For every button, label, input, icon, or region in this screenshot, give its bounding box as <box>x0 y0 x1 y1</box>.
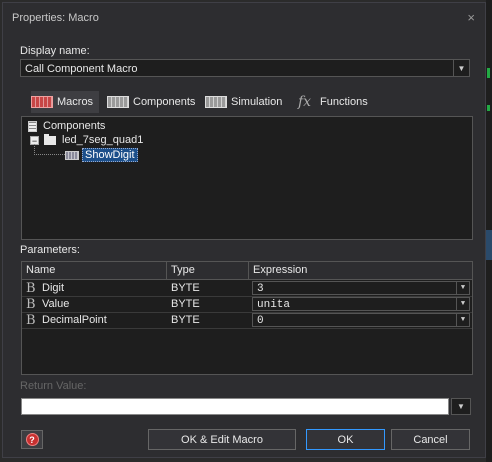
macros-icon <box>31 96 53 108</box>
tree-node-components[interactable]: Components <box>28 120 105 132</box>
parameters-label: Parameters: <box>20 244 80 256</box>
expression-value: unita <box>257 299 291 311</box>
help-icon: ? <box>25 433 39 446</box>
param-name-cell: B Digit <box>26 281 166 296</box>
table-row: B DecimalPoint BYTE 0 ▼ <box>22 313 472 328</box>
help-button[interactable]: ? <box>21 430 43 449</box>
ok-button[interactable]: OK <box>306 429 385 450</box>
display-name-value: Call Component Macro <box>25 63 138 75</box>
param-name-cell: B DecimalPoint <box>26 313 166 328</box>
tree-node-macro[interactable]: ShowDigit <box>65 148 138 162</box>
column-header-type[interactable]: Type <box>167 262 249 280</box>
macro-tree[interactable]: Components − led_7seg_quad1 ShowDigit <box>21 116 473 240</box>
table-row: B Digit BYTE 3 ▼ <box>22 281 472 296</box>
row-divider <box>22 328 472 329</box>
expression-value: 0 <box>257 315 264 327</box>
properties-dialog: Properties: Macro × Display name: Call C… <box>2 2 486 458</box>
tree-root-label: Components <box>43 120 106 132</box>
expression-value: 3 <box>257 283 264 295</box>
components-icon <box>107 96 129 108</box>
tab-macros[interactable]: Macros <box>31 91 100 113</box>
chevron-down-icon[interactable]: ▼ <box>456 314 469 327</box>
table-row: B Value BYTE unita ▼ <box>22 297 472 312</box>
expression-field[interactable]: 0 ▼ <box>252 313 470 327</box>
expression-field[interactable]: unita ▼ <box>252 297 470 311</box>
ok-edit-macro-button[interactable]: OK & Edit Macro <box>148 429 296 450</box>
param-name: DecimalPoint <box>42 314 107 326</box>
parameter-icon: B <box>26 280 36 296</box>
tab-functions[interactable]: fx Functions <box>298 91 368 113</box>
parameters-grid: Name Type Expression B Digit BYTE 3 ▼ B Va… <box>21 261 473 375</box>
tree-connector <box>34 144 65 155</box>
parameter-icon: B <box>26 296 36 312</box>
chevron-down-icon[interactable]: ▼ <box>453 60 469 76</box>
display-name-field[interactable]: Call Component Macro ▼ <box>20 59 470 77</box>
parameter-icon: B <box>26 312 36 328</box>
tab-components-label: Components <box>133 96 196 108</box>
tab-simulation[interactable]: Simulation <box>205 91 282 113</box>
param-name-cell: B Value <box>26 297 166 312</box>
chevron-down-icon[interactable]: ▼ <box>456 282 469 295</box>
document-icon <box>28 120 37 132</box>
tab-macros-label: Macros <box>57 96 94 108</box>
return-value-label: Return Value: <box>20 380 87 392</box>
param-type: BYTE <box>171 282 200 294</box>
tab-components[interactable]: Components <box>107 91 195 113</box>
macro-icon <box>65 150 79 160</box>
tab-simulation-label: Simulation <box>231 96 283 108</box>
param-name: Value <box>42 298 70 310</box>
column-header-expression[interactable]: Expression <box>249 262 472 280</box>
param-type: BYTE <box>171 314 200 326</box>
tab-functions-label: Functions <box>320 96 368 108</box>
chevron-down-icon[interactable]: ▼ <box>456 298 469 311</box>
expression-field[interactable]: 3 ▼ <box>252 281 470 295</box>
chevron-down-icon[interactable]: ▼ <box>451 398 471 415</box>
close-icon[interactable]: × <box>467 10 475 25</box>
param-type: BYTE <box>171 298 200 310</box>
simulation-icon <box>205 96 227 108</box>
param-name: Digit <box>42 282 65 294</box>
title-bar: Properties: Macro × <box>3 3 485 31</box>
display-name-label: Display name: <box>20 45 90 57</box>
return-value-input[interactable] <box>21 398 449 415</box>
background-edge <box>486 0 492 462</box>
tree-component-label: led_7seg_quad1 <box>62 134 144 146</box>
tree-macro-label: ShowDigit <box>82 148 138 162</box>
window-title: Properties: Macro <box>12 12 99 24</box>
column-header-name[interactable]: Name <box>22 262 167 280</box>
fx-icon: fx <box>298 94 312 110</box>
cancel-button[interactable]: Cancel <box>391 429 470 450</box>
